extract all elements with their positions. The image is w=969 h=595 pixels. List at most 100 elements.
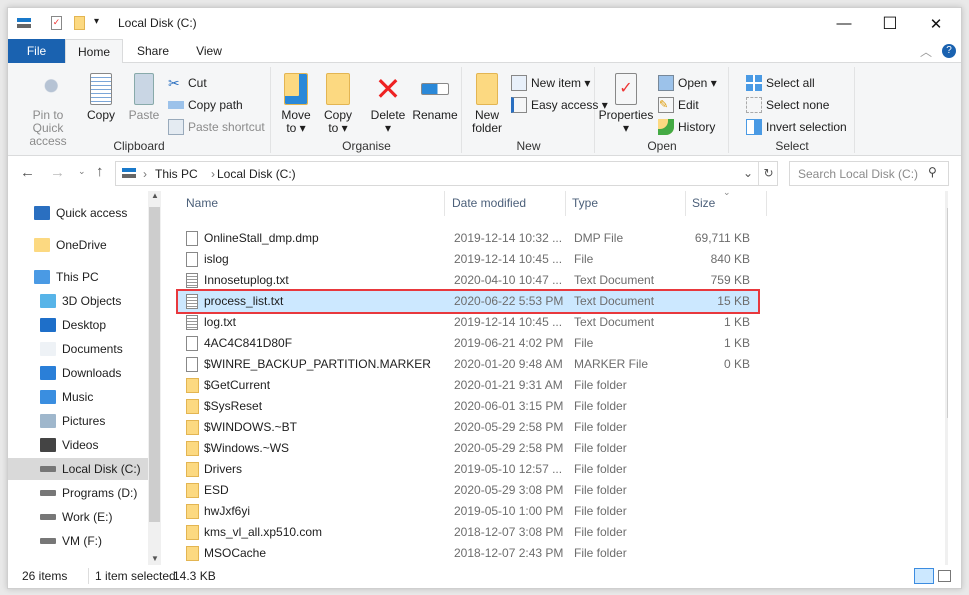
file-type: Text Document [574,294,655,308]
file-type: File folder [574,420,627,434]
new-folder-button[interactable]: New folder [469,73,505,135]
file-row[interactable]: $Windows.~WS 2020-05-29 2:58 PM File folde… [178,438,758,459]
recent-locations-button[interactable]: ⌄ [78,166,86,177]
tab-home[interactable]: Home [65,39,123,64]
sidebar-item-local-disk-c[interactable]: Local Disk (C:) [8,458,148,480]
sidebar-item-label: Downloads [62,366,122,380]
file-row[interactable]: log.txt 2019-12-14 10:45 ... Text Document… [178,312,758,333]
sidebar-item-vm-f[interactable]: VM (F:) [8,530,148,552]
sidebar-item-downloads[interactable]: Downloads [8,362,148,384]
new-folder-icon [476,73,498,105]
sidebar-item-onedrive[interactable]: OneDrive [8,234,148,256]
sidebar-item-label: Pictures [62,414,106,428]
tab-file[interactable]: File [8,39,65,63]
select-none-button[interactable]: Select none [746,95,829,115]
file-row[interactable]: ESD 2020-05-29 3:08 PM File folder [178,480,758,501]
sidebar-item-documents[interactable]: Documents [8,338,148,360]
easy-access-icon [511,97,527,113]
customize-toolbar-icon[interactable]: ▾ [94,16,99,27]
sidebar-item-quick-access[interactable]: Quick access [8,202,148,224]
select-all-button[interactable]: Select all [746,73,815,93]
file-row[interactable]: kms_vl_all.xp510.com 2018-12-07 3:08 PM Fi… [178,522,758,543]
copy-button[interactable]: Copy [86,73,116,122]
delete-button[interactable]: ✕ Delete ▾ [368,73,408,135]
edit-button[interactable]: ✎ Edit [658,95,699,115]
sidebar-item-3d-objects[interactable]: 3D Objects [8,290,148,312]
desktop-icon [40,318,56,332]
collapse-ribbon-icon[interactable]: ︿ [920,43,932,60]
tab-share[interactable]: Share [125,39,181,63]
properties-quick-icon[interactable]: ✓ [51,16,62,30]
sidebar-item-desktop[interactable]: Desktop [8,314,148,336]
invert-selection-button[interactable]: Invert selection [746,117,847,137]
open-button[interactable]: Open ▾ [658,73,717,93]
file-list-scrollbar-thumb[interactable] [947,208,948,418]
pin-to-quick-access-button[interactable]: Pin to Quick access [16,73,80,148]
file-date: 2019-06-21 4:02 PM [454,336,564,350]
new-item-button[interactable]: New item ▾ [511,73,590,93]
delete-x-icon: ✕ [374,71,402,107]
cut-button[interactable]: ✂ Cut [168,73,207,93]
file-row[interactable]: islog 2019-12-14 10:45 ... File 840 KB [178,249,758,270]
address-dropdown-icon[interactable]: ⌄ [743,166,753,180]
file-row[interactable]: Innosetuplog.txt 2020-04-10 10:47 ... Text… [178,270,758,291]
file-row[interactable]: $GetCurrent 2020-01-21 9:31 AM File folder [178,375,758,396]
file-row[interactable]: $WINDOWS.~BT 2020-05-29 2:58 PM File folde… [178,417,758,438]
file-row[interactable]: hwJxf6yi 2019-05-10 1:00 PM File folder [178,501,758,522]
file-row[interactable]: OnlineStall_dmp.dmp 2019-12-14 10:32 ... D… [178,228,758,249]
nav-scrollbar[interactable]: ▲ ▼ [148,191,161,565]
minimize-button[interactable]: — [821,8,867,39]
select-all-icon [746,75,762,91]
refresh-button[interactable]: ↻ [758,162,778,185]
breadcrumb-local-disk[interactable]: Local Disk (C:) [217,167,296,181]
column-type[interactable]: Type [566,191,686,216]
copy-path-button[interactable]: Copy path [168,95,243,115]
sidebar-item-label: Videos [62,438,99,452]
scroll-down-icon[interactable]: ▼ [151,554,159,563]
file-row[interactable]: $WINRE_BACKUP_PARTITION.MARKER 2020-01-20… [178,354,758,375]
move-to-button[interactable]: Move to ▾ [278,73,314,135]
search-icon[interactable]: ⚲ [928,165,937,179]
breadcrumb-this-pc[interactable]: This PC [155,167,198,181]
close-button[interactable]: ✕ [913,8,959,39]
history-button[interactable]: History [658,117,715,137]
file-name: hwJxf6yi [204,504,251,518]
sort-indicator-icon: ⌄ [723,191,731,197]
drive-icon [40,466,56,472]
file-row[interactable]: process_list.txt 2020-06-22 5:53 PM Text D… [176,289,760,314]
scroll-up-icon[interactable]: ▲ [151,191,159,200]
sidebar-item-music[interactable]: Music [8,386,148,408]
large-icons-view-button[interactable] [938,570,951,582]
new-folder-quick-icon[interactable] [74,16,85,30]
up-button[interactable]: ↑ [96,163,104,180]
search-box[interactable]: Search Local Disk (C:) ⚲ [789,161,949,186]
back-button[interactable]: ← [20,164,35,181]
paste-shortcut-button[interactable]: Paste shortcut [168,117,265,137]
maximize-button[interactable]: ☐ [867,8,913,39]
copy-to-button[interactable]: Copy to ▾ [320,73,356,135]
help-icon[interactable]: ? [942,44,956,58]
file-row[interactable]: Drivers 2019-05-10 12:57 ... File folder [178,459,758,480]
column-name[interactable]: Name [180,191,445,216]
easy-access-button[interactable]: Easy access ▾ [511,95,608,115]
pin-icon [32,73,64,105]
tab-view[interactable]: View [181,39,237,63]
sidebar-item-programs-d[interactable]: Programs (D:) [8,482,148,504]
column-date-modified[interactable]: Date modified [446,191,566,216]
sidebar-item-work-e[interactable]: Work (E:) [8,506,148,528]
rename-button[interactable]: Rename [412,73,458,122]
file-row[interactable]: $SysReset 2020-06-01 3:15 PM File folder [178,396,758,417]
file-row[interactable]: MSOCache 2018-12-07 2:43 PM File folder [178,543,758,564]
address-bar[interactable]: › This PC › Local Disk (C:) ⌄ ↻ [115,161,778,186]
details-view-button[interactable] [914,568,934,584]
sidebar-item-videos[interactable]: Videos [8,434,148,456]
file-name: MSOCache [204,546,267,560]
file-row[interactable]: 4AC4C841D80F 2019-06-21 4:02 PM File 1 KB [178,333,758,354]
properties-button[interactable]: ✓ Properties ▾ [598,73,654,135]
file-list-scrollbar[interactable]: ▲ ▼ [945,191,948,565]
paste-button[interactable]: Paste [128,73,160,122]
forward-button[interactable]: → [50,164,65,181]
nav-scrollbar-thumb[interactable] [149,207,160,522]
sidebar-item-pictures[interactable]: Pictures [8,410,148,432]
sidebar-item-this-pc[interactable]: This PC [8,266,148,288]
